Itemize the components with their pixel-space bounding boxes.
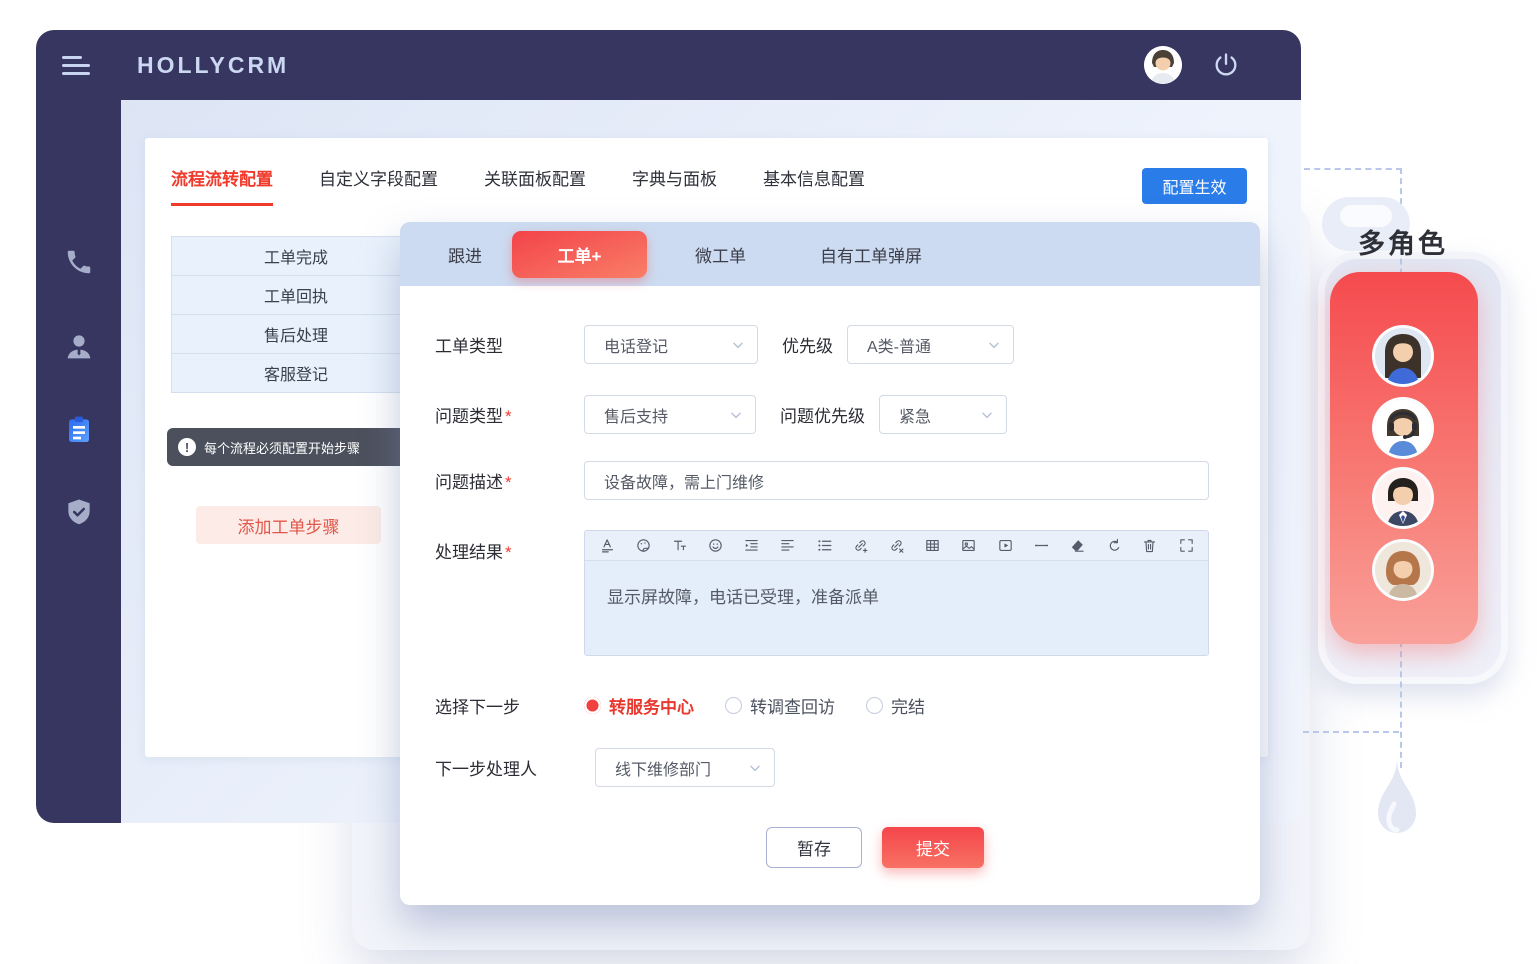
tab-custom-field-config[interactable]: 自定义字段配置 (319, 165, 438, 203)
modal-tab-workorder-active[interactable]: 工单+ (512, 231, 647, 278)
security-shield-icon[interactable] (36, 484, 121, 540)
sidebar (36, 100, 121, 823)
fullscreen-icon[interactable] (1176, 536, 1196, 556)
priority-label: 优先级 (782, 332, 833, 357)
tab-basic-info-config[interactable]: 基本信息配置 (763, 165, 865, 203)
image-icon[interactable] (959, 536, 979, 556)
chevron-down-icon (748, 761, 762, 775)
next-handler-select[interactable]: 线下维修部门 (595, 748, 775, 787)
next-step-radio-group: 转服务中心 转调查回访 完结 (584, 693, 925, 718)
editor-toolbar (585, 531, 1208, 561)
indent-icon[interactable] (742, 536, 762, 556)
rich-text-editor: 显示屏故障，电话已受理，准备派单 (584, 530, 1209, 656)
apply-config-button[interactable]: 配置生效 (1142, 168, 1247, 204)
issue-priority-label: 问题优先级 (780, 402, 865, 427)
issue-desc-label: 问题描述* (435, 468, 584, 493)
avatar-agent-female (1372, 325, 1434, 387)
link-remove-icon[interactable] (887, 536, 907, 556)
chevron-down-icon (980, 408, 994, 422)
font-icon[interactable] (669, 536, 689, 556)
list-item-aftersales[interactable]: 售后处理 (171, 315, 420, 354)
power-icon[interactable] (1212, 51, 1240, 79)
issue-priority-select[interactable]: 紧急 (879, 395, 1007, 434)
radio-unchecked-icon (725, 697, 742, 714)
tab-dictionary-panel[interactable]: 字典与面板 (632, 165, 717, 203)
workflow-tooltip: ! 每个流程必须配置开始步骤 (167, 428, 429, 466)
dashed-line-bottom (1303, 731, 1399, 733)
phone-icon[interactable] (36, 234, 121, 290)
workorder-modal: 跟进 工单+ 微工单 自有工单弹屏 工单类型 电话登记 优先级 A类-普通 (400, 222, 1260, 905)
avatar-agent-headset (1372, 397, 1434, 459)
align-icon[interactable] (778, 536, 798, 556)
work-order-type-label: 工单类型 (435, 332, 584, 357)
chevron-down-icon (731, 338, 745, 352)
avatar-agent-male (1372, 467, 1434, 529)
issue-desc-input[interactable]: 设备故障，需上门维修 (584, 461, 1209, 500)
brand-logo: HOLLYCRM (137, 52, 289, 79)
radio-finish[interactable]: 完结 (866, 693, 925, 718)
workflow-step-list: 工单完成 工单回执 售后处理 客服登记 (171, 236, 420, 393)
menu-icon[interactable] (62, 56, 92, 76)
modal-tab-bar: 跟进 工单+ 微工单 自有工单弹屏 (400, 222, 1260, 286)
undo-icon[interactable] (1104, 536, 1124, 556)
tab-process-flow-config[interactable]: 流程流转配置 (171, 165, 273, 206)
trash-icon[interactable] (1140, 536, 1160, 556)
multi-role-label: 多角色 (1358, 222, 1448, 261)
form-row-issue-type: 问题类型* 售后支持 问题优先级 紧急 (435, 395, 1209, 434)
tab-related-panel-config[interactable]: 关联面板配置 (484, 165, 586, 203)
next-handler-label: 下一步处理人 (435, 755, 584, 780)
submit-button[interactable]: 提交 (882, 827, 984, 868)
add-workorder-step-button[interactable]: 添加工单步骤 (196, 506, 381, 544)
modal-tab-follow-up[interactable]: 跟进 (448, 242, 482, 267)
next-step-label: 选择下一步 (435, 693, 584, 718)
form-row-next-step: 选择下一步 转服务中心 转调查回访 完结 (435, 687, 1209, 723)
link-add-icon[interactable] (850, 536, 870, 556)
divider-icon[interactable] (1031, 536, 1051, 556)
radio-checked-icon (584, 697, 601, 714)
save-draft-button[interactable]: 暂存 (766, 827, 862, 868)
screen: HOLLYCRM (0, 0, 1537, 964)
user-avatar[interactable] (1144, 46, 1182, 84)
form-row-type: 工单类型 电话登记 优先级 A类-普通 (435, 325, 1209, 364)
result-textarea[interactable]: 显示屏故障，电话已受理，准备派单 (585, 561, 1208, 655)
eraser-icon[interactable] (1067, 536, 1087, 556)
list-icon[interactable] (814, 536, 834, 556)
modal-tab-micro-workorder[interactable]: 微工单 (695, 242, 746, 267)
drop-decoration (1374, 758, 1420, 846)
tooltip-text: 每个流程必须配置开始步骤 (204, 438, 360, 457)
chevron-down-icon (729, 408, 743, 422)
emoji-icon[interactable] (706, 536, 726, 556)
radio-transfer-survey-callback[interactable]: 转调查回访 (725, 693, 835, 718)
radio-transfer-service-center[interactable]: 转服务中心 (584, 693, 694, 718)
config-tab-bar: 流程流转配置 自定义字段配置 关联面板配置 字典与面板 基本信息配置 (171, 165, 865, 206)
radio-unchecked-icon (866, 697, 883, 714)
result-label: 处理结果* (435, 538, 584, 563)
table-icon[interactable] (923, 536, 943, 556)
avatar-agent-female-2 (1372, 539, 1434, 601)
form-row-next-handler: 下一步处理人 线下维修部门 (435, 748, 1209, 787)
text-style-icon[interactable] (597, 536, 617, 556)
exclamation-icon: ! (178, 438, 196, 456)
modal-tab-own-popup[interactable]: 自有工单弹屏 (820, 242, 922, 267)
video-icon[interactable] (995, 536, 1015, 556)
work-order-type-select[interactable]: 电话登记 (584, 325, 758, 364)
topbar: HOLLYCRM (36, 30, 1301, 100)
list-item-service-register[interactable]: 客服登记 (171, 354, 420, 393)
palette-icon[interactable] (633, 536, 653, 556)
workorder-clipboard-icon[interactable] (36, 402, 121, 458)
issue-type-label: 问题类型* (435, 402, 584, 427)
form-row-issue-desc: 问题描述* 设备故障，需上门维修 (435, 461, 1209, 500)
priority-select[interactable]: A类-普通 (847, 325, 1014, 364)
list-item-order-receipt[interactable]: 工单回执 (171, 276, 420, 315)
contact-icon[interactable] (36, 319, 121, 375)
issue-type-select[interactable]: 售后支持 (584, 395, 756, 434)
list-item-order-complete[interactable]: 工单完成 (171, 237, 420, 276)
chevron-down-icon (987, 338, 1001, 352)
dashed-line-top (1304, 168, 1402, 170)
form-row-result: 处理结果* 显示屏故障，电话已受理，准备派单 (435, 530, 1209, 656)
